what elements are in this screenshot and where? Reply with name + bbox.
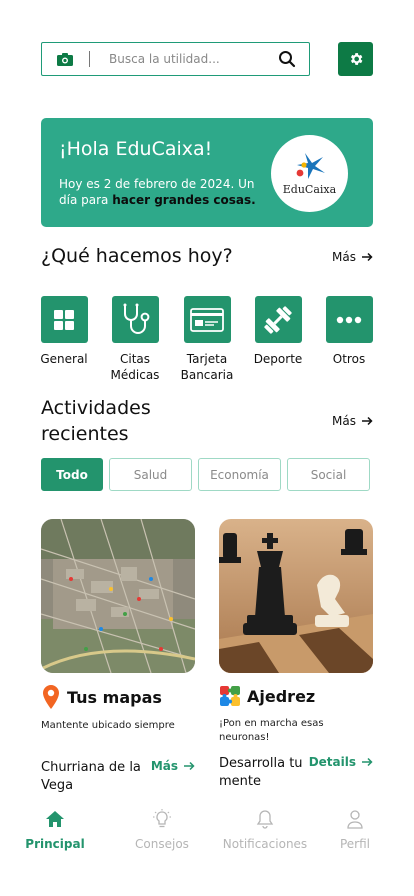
more-dots-icon: [336, 316, 362, 323]
logo-text: EduCaixa: [282, 183, 337, 196]
category-label: Tarjeta Bancaria: [180, 352, 234, 382]
card-footer: Desarrolla tu mente Details: [219, 755, 373, 791]
stethoscope-icon: [123, 303, 150, 334]
category-label: Citas Médicas: [110, 352, 160, 382]
card-link-label: Details: [308, 755, 356, 769]
recent-more-link[interactable]: Más: [332, 414, 373, 428]
puzzle-icon: [220, 686, 240, 706]
card-footer: Churriana de la Vega Más: [41, 759, 195, 795]
nav-label: Perfil: [339, 837, 371, 851]
banner-message-highlight: hacer grandes cosas.: [112, 193, 256, 207]
category-tile[interactable]: [183, 296, 231, 343]
category-tarjeta-bancaria[interactable]: Tarjeta Bancaria: [172, 296, 242, 383]
tab-salud[interactable]: Salud: [109, 458, 192, 491]
nav-item-principal[interactable]: Principal: [22, 808, 88, 851]
credit-card-icon: [190, 307, 224, 332]
nav-label: Principal: [25, 837, 85, 851]
camera-icon[interactable]: [57, 52, 73, 66]
activity-card-chess[interactable]: Ajedrez ¡Pon en marcha esas neuronas! De…: [219, 519, 373, 789]
tab-social[interactable]: Social: [287, 458, 370, 491]
card-name: Churriana de la Vega: [41, 760, 141, 793]
map-thumbnail[interactable]: [41, 519, 195, 673]
activity-card-maps[interactable]: Tus mapas Mantente ubicado siempre Churr…: [41, 519, 195, 793]
card-details-link[interactable]: Details: [309, 755, 373, 769]
card-more-link[interactable]: Más: [151, 759, 195, 773]
category-tile[interactable]: [40, 296, 88, 343]
grid-icon: [54, 309, 74, 330]
bottom-nav: Principal Consejos Notificaciones Perfil: [0, 808, 414, 868]
gear-icon: [350, 53, 362, 65]
category-general[interactable]: General: [29, 296, 99, 367]
caixa-star-icon: [296, 153, 325, 179]
today-more-label: Más: [332, 250, 356, 264]
today-more-link[interactable]: Más: [332, 250, 373, 264]
card-title: Tus mapas: [67, 687, 162, 707]
category-label: Otros: [332, 352, 366, 366]
nav-label: Consejos: [135, 837, 189, 851]
category-tile[interactable]: [254, 296, 302, 343]
user-icon: [347, 810, 363, 829]
map-pin-icon: [43, 685, 59, 709]
card-name: Desarrolla tu mente: [219, 756, 303, 789]
arrow-right-icon: [362, 252, 373, 262]
card-title: Ajedrez: [247, 686, 316, 706]
card-description: Mantente ubicado siempre: [41, 720, 175, 731]
lightbulb-icon: [153, 809, 171, 828]
tab-todo[interactable]: Todo: [41, 458, 103, 491]
banner-greeting: ¡Hola EduCaixa!: [59, 138, 213, 160]
tab-economia[interactable]: Economía: [198, 458, 281, 491]
card-title-row: Tus mapas: [41, 685, 195, 709]
arrow-right-icon: [362, 757, 373, 767]
welcome-banner: ¡Hola EduCaixa! Hoy es 2 de febrero de 2…: [41, 118, 373, 227]
banner-message: Hoy es 2 de febrero de 2024. Un día para…: [59, 176, 259, 208]
category-deporte[interactable]: Deporte: [243, 296, 313, 367]
arrow-right-icon: [184, 761, 195, 771]
nav-item-notificaciones[interactable]: Notificaciones: [222, 808, 308, 851]
card-description: ¡Pon en marcha esas neuronas!: [219, 718, 324, 743]
category-citas-medicas[interactable]: Citas Médicas: [100, 296, 170, 383]
category-label: General: [40, 352, 88, 366]
bell-icon: [256, 810, 274, 829]
search-divider: [89, 51, 90, 67]
search-input[interactable]: Busca la utilidad...: [109, 52, 278, 66]
settings-button[interactable]: [338, 42, 373, 76]
section-title-recent: Actividades recientes: [41, 397, 151, 445]
filter-tabs: Todo Salud Economía Social: [41, 458, 370, 491]
card-link-label: Más: [150, 759, 178, 773]
card-title-row: Ajedrez: [219, 685, 373, 707]
category-tile[interactable]: [111, 296, 159, 343]
category-label: Deporte: [253, 352, 303, 366]
arrow-right-icon: [362, 416, 373, 426]
search-icon[interactable]: [278, 50, 296, 68]
search-bar[interactable]: Busca la utilidad...: [41, 42, 310, 76]
section-title-today: ¿Qué hacemos hoy?: [41, 245, 233, 267]
recent-more-label: Más: [332, 414, 356, 428]
home-icon: [46, 811, 64, 827]
nav-label: Notificaciones: [222, 837, 308, 851]
chess-thumbnail[interactable]: [219, 519, 373, 673]
dumbbell-icon: [264, 305, 292, 334]
category-otros[interactable]: Otros: [314, 296, 384, 367]
category-tile[interactable]: [325, 296, 373, 343]
nav-item-consejos[interactable]: Consejos: [129, 808, 195, 851]
nav-item-perfil[interactable]: Perfil: [334, 808, 376, 851]
educaixa-logo: EduCaixa: [271, 135, 348, 212]
